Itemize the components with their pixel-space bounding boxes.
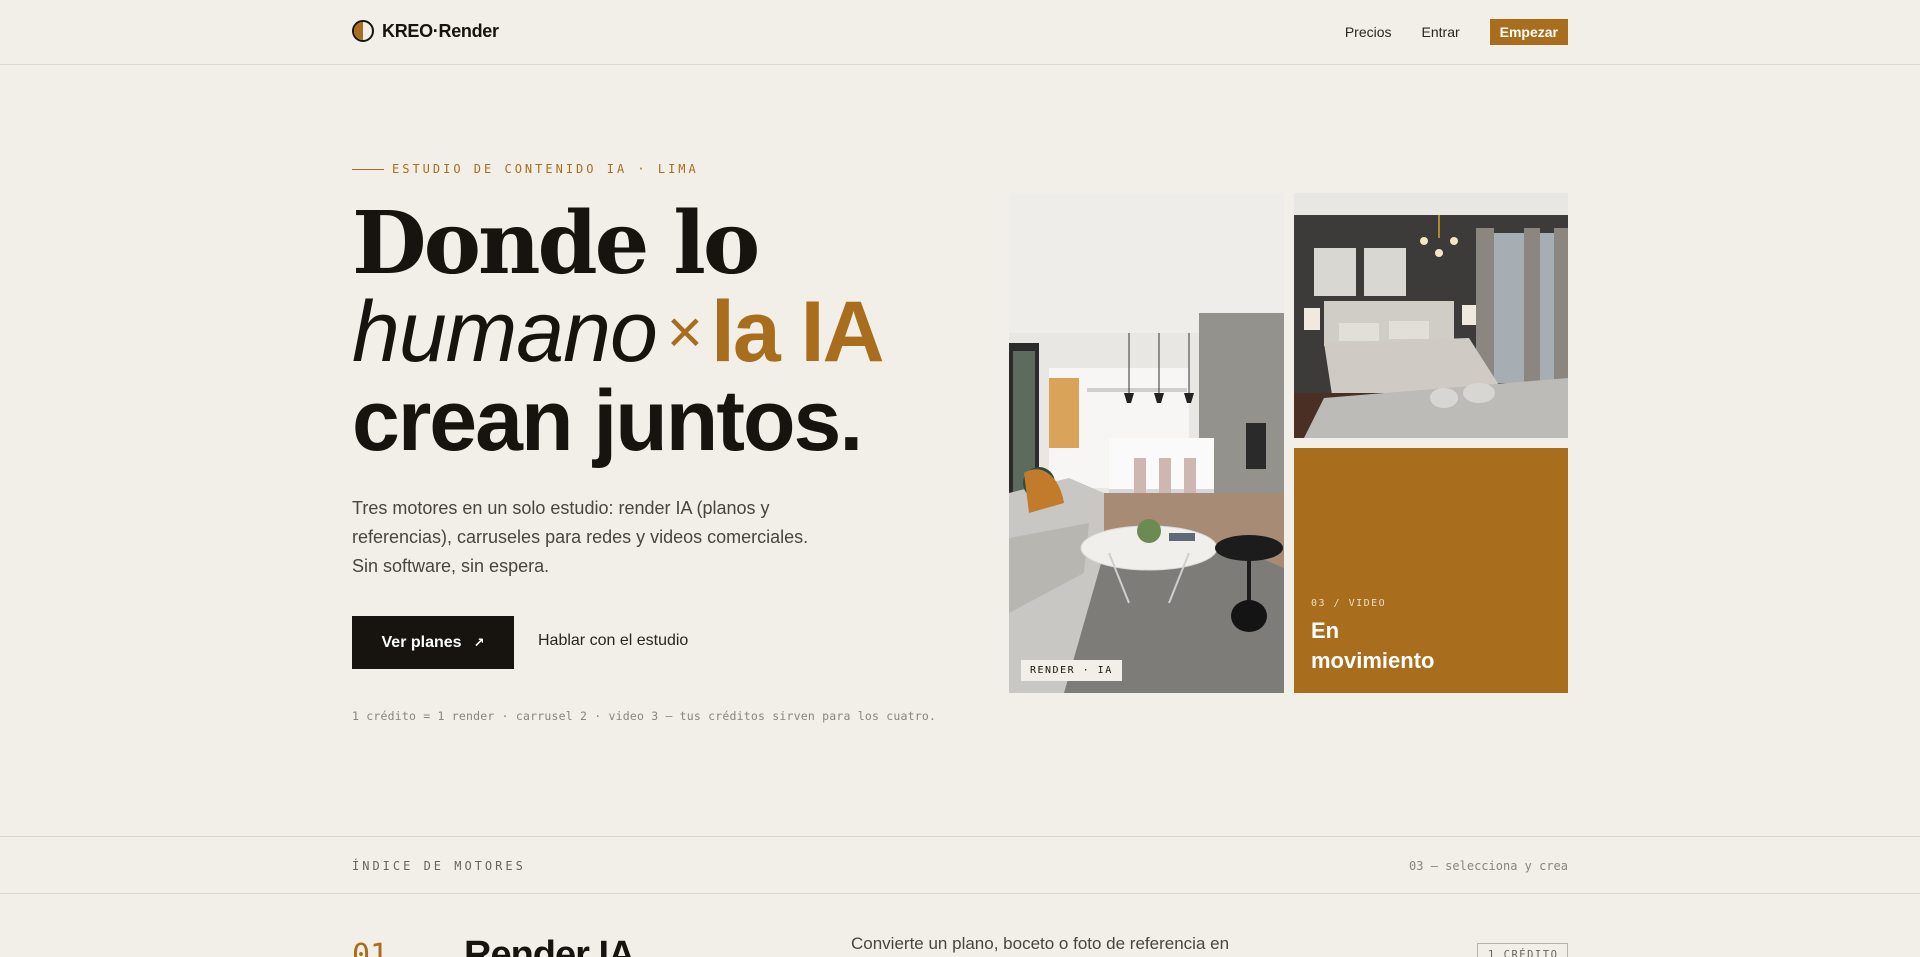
logo-text: KREO·Render [382,20,499,41]
hero-description: Tres motores en un solo estudio: render … [352,498,809,576]
nav-link-entrar[interactable]: Entrar [1422,24,1460,40]
logo-half-circle-icon [352,20,374,42]
nav-links: Precios Entrar Empezar [1345,19,1568,45]
video-kicker: 03 / VIDEO [1311,598,1387,609]
credits-footnote: 1 crédito = 1 render · carrusel 2 · vide… [352,709,937,723]
living-room-render-image: RENDER · IA [1009,193,1284,693]
headline-line-1: Donde lo [352,193,760,294]
engines-index-bar: ÍNDICE DE MOTORES 03 — selecciona y crea [0,836,1920,894]
top-nav: KREO·Render Precios Entrar Empezar [0,0,1920,65]
headline-accent-words: la IA [711,284,885,380]
engine-description: Convierte un plano, boceto o foto de ref… [851,934,1230,953]
video-title-line-2: movimiento [1311,648,1435,673]
headline-times-symbol: × [666,298,703,367]
headline-italic-word: humano [352,284,658,380]
hero-headline: Donde lo humano × la IA crean juntos. [352,193,992,469]
arrow-up-right-icon: ↗ [473,634,485,650]
eyebrow-rule [352,168,384,170]
engine-number: 01 [352,938,389,957]
start-button[interactable]: Empezar [1489,19,1568,45]
view-plans-label: Ver planes [381,633,462,651]
talk-to-studio-link[interactable]: Hablar con el estudio [538,632,688,650]
bedroom-illustration [1294,193,1568,438]
video-feature-card[interactable]: 03 / VIDEO En movimiento [1294,448,1568,693]
headline-line-3: crean juntos. [352,373,863,469]
hero-eyebrow: ESTUDIO DE CONTENIDO IA · LIMA [352,162,699,176]
living-room-illustration [1009,193,1284,693]
engines-index-title: ÍNDICE DE MOTORES [352,859,526,873]
headline-line-2: humano × la IA [352,288,992,377]
render-ia-badge: RENDER · IA [1021,660,1122,681]
engine-title[interactable]: Render IA [464,934,635,957]
bedroom-render-image [1294,193,1568,438]
logo[interactable]: KREO·Render [352,20,499,42]
view-plans-button[interactable]: Ver planes ↗ [352,616,514,669]
eyebrow-text: ESTUDIO DE CONTENIDO IA · LIMA [392,162,699,176]
video-title: En movimiento [1311,616,1434,676]
engines-index-hint: 03 — selecciona y crea [1409,859,1568,873]
video-title-line-1: En [1311,618,1340,643]
engine-credit-tag: 1 CRÉDITO [1477,943,1568,957]
nav-link-precios[interactable]: Precios [1345,24,1392,40]
